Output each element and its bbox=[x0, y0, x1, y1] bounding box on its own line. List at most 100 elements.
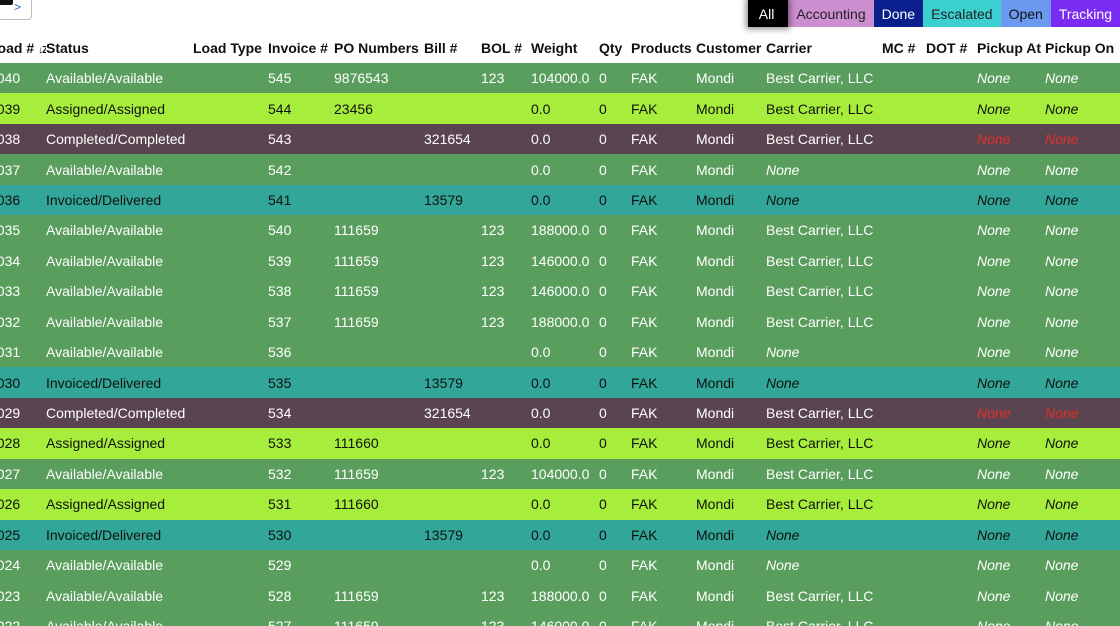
cell-mc bbox=[882, 123, 926, 155]
cell-po-numbers: 9876543 bbox=[334, 63, 424, 94]
cell-po-numbers: 111659 bbox=[334, 580, 424, 611]
column-header-load-type[interactable]: Load Type bbox=[193, 32, 268, 63]
cell-carrier: None bbox=[766, 184, 882, 216]
cell-status: Invoiced/Delivered bbox=[46, 367, 193, 398]
filter-tracking-button[interactable]: Tracking bbox=[1050, 0, 1120, 27]
table-row[interactable]: 1025Invoiced/Delivered 530 13579 0.00FAKMon… bbox=[0, 519, 1120, 550]
cell-carrier: Best Carrier, LLC bbox=[766, 245, 882, 277]
cell-bill bbox=[424, 550, 481, 581]
column-header-invoice[interactable]: Invoice # bbox=[268, 32, 334, 63]
cell-carrier: Best Carrier, LLC bbox=[766, 123, 882, 155]
cell-weight: 188000.0 bbox=[531, 215, 599, 246]
filter-escalated-button[interactable]: Escalated bbox=[923, 0, 1001, 27]
cell-weight: 0.0 bbox=[531, 428, 599, 459]
cell-bol bbox=[481, 489, 531, 520]
column-header-status[interactable]: Status bbox=[46, 32, 193, 63]
cell-status: Completed/Completed bbox=[46, 123, 193, 155]
cell-bol bbox=[481, 367, 531, 398]
cell-bill bbox=[424, 215, 481, 246]
sort-descending-icon[interactable]: ↓Ζ bbox=[38, 45, 46, 56]
top-bar: > All Accounting Done Escalated Open Tracking bbox=[0, 0, 1120, 32]
cell-status: Available/Available bbox=[46, 336, 193, 368]
cell-mc bbox=[882, 93, 926, 124]
cell-load-type bbox=[193, 367, 268, 398]
cell-pickup-at: None bbox=[977, 154, 1045, 185]
cell-load: 1022 bbox=[0, 610, 46, 626]
table-row[interactable]: 1033Available/Available 538111659 12314600… bbox=[0, 276, 1120, 307]
column-header-pickup-at[interactable]: Pickup At bbox=[977, 32, 1045, 63]
cell-bol: 123 bbox=[481, 215, 531, 246]
cell-dot bbox=[926, 306, 977, 337]
filter-accounting-button[interactable]: Accounting bbox=[788, 0, 874, 27]
column-header-pickup-on[interactable]: Pickup On bbox=[1045, 32, 1120, 63]
loads-table: Load #↓ΖStatus Load Type Invoice # PO Numbe… bbox=[0, 32, 1120, 626]
column-header-qty[interactable]: Qty bbox=[599, 32, 631, 63]
column-header-bill[interactable]: Bill # bbox=[424, 32, 481, 63]
cell-products: FAK bbox=[631, 215, 696, 246]
nav-block bbox=[0, 0, 13, 5]
table-row[interactable]: 1032Available/Available 537111659 12318800… bbox=[0, 306, 1120, 337]
cell-load: 1030 bbox=[0, 367, 46, 398]
cell-invoice: 536 bbox=[268, 336, 334, 368]
cell-load: 1026 bbox=[0, 489, 46, 520]
cell-carrier: Best Carrier, LLC bbox=[766, 306, 882, 337]
table-row[interactable]: 1023Available/Available 528111659 12318800… bbox=[0, 580, 1120, 611]
table-row[interactable]: 1037Available/Available5420.00FAKMondiNo… bbox=[0, 154, 1120, 185]
cell-dot bbox=[926, 336, 977, 368]
table-row[interactable]: 1035Available/Available 540111659 12318800… bbox=[0, 215, 1120, 246]
table-row[interactable]: 1039Assigned/Assigned 54423456 0.00FAKMond… bbox=[0, 93, 1120, 124]
cell-customer: Mondi bbox=[696, 63, 766, 94]
filter-open-button[interactable]: Open bbox=[1000, 0, 1051, 27]
cell-load-type bbox=[193, 63, 268, 94]
cell-invoice: 535 bbox=[268, 367, 334, 398]
cell-carrier: None bbox=[766, 519, 882, 550]
table-row[interactable]: 1024Available/Available5290.00FAKMondiNo… bbox=[0, 550, 1120, 581]
table-row[interactable]: 1022Available/Available 527111659 12314600… bbox=[0, 610, 1120, 626]
cell-qty: 0 bbox=[599, 489, 631, 520]
cell-po-numbers bbox=[334, 519, 424, 550]
column-header-dot[interactable]: DOT # bbox=[926, 32, 977, 63]
cell-weight: 0.0 bbox=[531, 336, 599, 368]
column-header-products[interactable]: Products bbox=[631, 32, 696, 63]
cell-bol bbox=[481, 397, 531, 429]
cell-pickup-at: None bbox=[977, 63, 1045, 94]
cell-pickup-at: None bbox=[977, 580, 1045, 611]
table-row[interactable]: 1029Completed/Completed 534 321654 0.00FAKM… bbox=[0, 397, 1120, 429]
cell-dot bbox=[926, 428, 977, 459]
cell-load: 1034 bbox=[0, 245, 46, 277]
cell-load-type bbox=[193, 154, 268, 185]
cell-load: 1038 bbox=[0, 123, 46, 155]
column-header-load[interactable]: Load #↓Ζ bbox=[0, 32, 46, 63]
filter-all-button[interactable]: All bbox=[747, 0, 789, 27]
cell-mc bbox=[882, 610, 926, 626]
column-header-bol[interactable]: BOL # bbox=[481, 32, 531, 63]
cell-mc bbox=[882, 580, 926, 611]
column-header-weight[interactable]: Weight bbox=[531, 32, 599, 63]
column-header-label: PO Numbers bbox=[334, 39, 419, 56]
cell-load-type bbox=[193, 123, 268, 155]
table-row[interactable]: 1030Invoiced/Delivered 535 13579 0.00FAKMon… bbox=[0, 367, 1120, 398]
cell-mc bbox=[882, 184, 926, 216]
table-row[interactable]: 1034Available/Available 539111659 12314600… bbox=[0, 245, 1120, 277]
cell-load: 1028 bbox=[0, 428, 46, 459]
column-header-label: Weight bbox=[531, 39, 578, 56]
cell-load-type bbox=[193, 550, 268, 581]
next-page-button[interactable]: > bbox=[0, 0, 32, 20]
table-row[interactable]: 1040Available/Available 5459876543 1231040… bbox=[0, 63, 1120, 94]
column-header-carrier[interactable]: Carrier bbox=[766, 32, 882, 63]
table-row[interactable]: 1031Available/Available5360.00FAKMondiNo… bbox=[0, 336, 1120, 368]
filter-done-button[interactable]: Done bbox=[873, 0, 924, 27]
table-row[interactable]: 1026Assigned/Assigned 531111660 0.00FAKMon… bbox=[0, 489, 1120, 520]
cell-carrier: Best Carrier, LLC bbox=[766, 458, 882, 490]
cell-bol: 123 bbox=[481, 580, 531, 611]
cell-qty: 0 bbox=[599, 458, 631, 490]
table-row[interactable]: 1028Assigned/Assigned 533111660 0.00FAKMon… bbox=[0, 428, 1120, 459]
column-header-mc[interactable]: MC # bbox=[882, 32, 926, 63]
table-row[interactable]: 1038Completed/Completed 543 321654 0.00FAKM… bbox=[0, 123, 1120, 155]
column-header-customer[interactable]: Customer bbox=[696, 32, 766, 63]
table-row[interactable]: 1027Available/Available 532111659 12310400… bbox=[0, 458, 1120, 490]
column-header-po-numbers[interactable]: PO Numbers bbox=[334, 32, 424, 63]
cell-dot bbox=[926, 123, 977, 155]
table-row[interactable]: 1036Invoiced/Delivered 541 13579 0.00FAKMon… bbox=[0, 184, 1120, 216]
cell-bill bbox=[424, 489, 481, 520]
